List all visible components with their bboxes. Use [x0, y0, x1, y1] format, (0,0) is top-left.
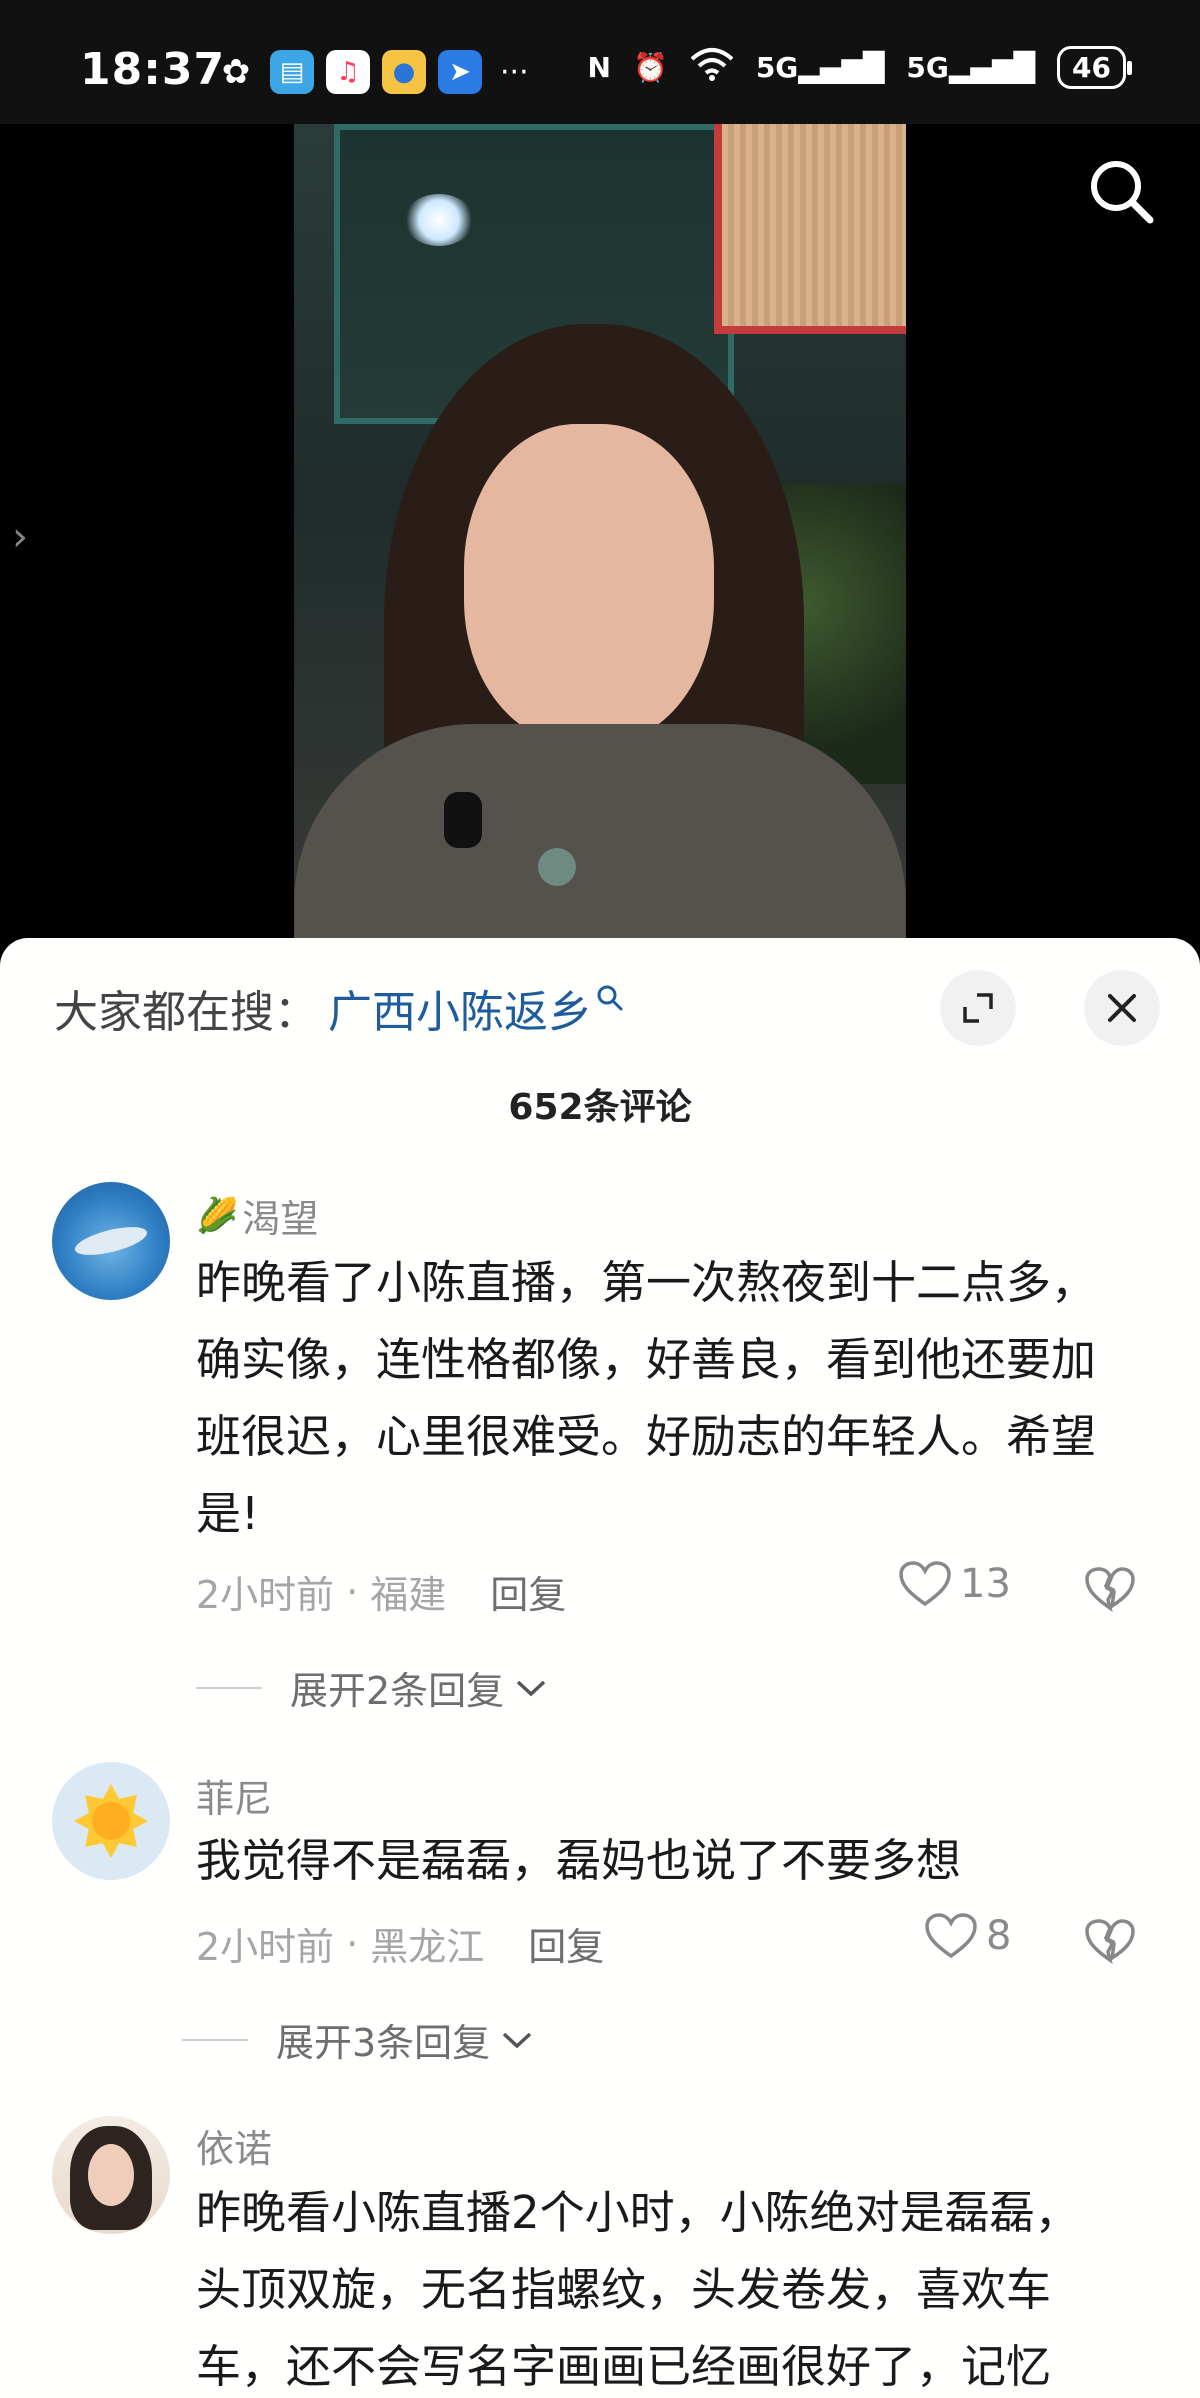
nav-icon: ➤: [438, 50, 482, 94]
battery-icon: 46: [1057, 46, 1132, 89]
comment-location: 福建: [370, 1573, 447, 1617]
comment-count: 652条评论: [508, 1087, 692, 1128]
heart-icon: [898, 1560, 952, 1608]
expand-replies-label: 展开3条回复: [276, 2021, 491, 2065]
wechat-icon: ✿: [221, 52, 251, 92]
like-button[interactable]: 13: [898, 1560, 1011, 1608]
reply-button[interactable]: 回复: [528, 1916, 604, 1971]
signal-5g-icon: 5G▂▄▆█: [755, 51, 885, 84]
status-indicators: N ⏰ 5G▂▄▆█ 5G▂▄▆█ 46: [587, 46, 1132, 89]
background-curtain: [714, 124, 906, 334]
search-icon[interactable]: [1084, 154, 1158, 228]
browser-icon: ●: [382, 50, 426, 94]
trending-search-row[interactable]: 大家都在搜： 广西小陈返乡: [54, 976, 624, 1040]
comment-meta: 2小时前 · 黑龙江 回复: [196, 1916, 604, 1971]
status-bar: 18:37 ✿ ▤ ♫ ● ➤ ··· N ⏰ 5G▂▄▆█ 5G▂▄▆█ 46: [0, 0, 1200, 124]
expand-replies-button[interactable]: 展开3条回复: [182, 2012, 534, 2067]
alarm-icon: ⏰: [632, 51, 668, 84]
avatar[interactable]: [52, 2116, 170, 2234]
comment-text: 昨晚看小陈直播2个小时，小陈绝对是磊磊，头顶双旋，无名指螺纹，头发卷发，喜欢车车…: [196, 2186, 1080, 2393]
like-button[interactable]: 8: [924, 1912, 1011, 1960]
expand-divider-line: [196, 1686, 262, 1689]
network-label-1: 5G: [755, 51, 799, 84]
avatar[interactable]: [52, 1762, 170, 1880]
more-notifications-icon: ···: [500, 54, 529, 90]
comment-text: 我觉得不是磊磊，磊妈也说了不要多想: [196, 1834, 962, 1887]
notification-icons: ✿ ▤ ♫ ● ➤ ···: [214, 50, 529, 94]
avatar[interactable]: [52, 1182, 170, 1300]
chevron-down-icon: [514, 1677, 548, 1699]
comment-time: 2小时前: [196, 1573, 335, 1617]
comment-username[interactable]: 菲尼: [196, 1768, 272, 1823]
background-lamp: [404, 194, 474, 246]
trending-search-prefix: 大家都在搜：: [54, 987, 318, 1038]
broken-heart-icon[interactable]: [1084, 1566, 1136, 1612]
trending-search-term[interactable]: 广西小陈返乡: [328, 976, 592, 1040]
comment-time: 2小时前: [196, 1925, 335, 1969]
video-frame: [294, 124, 906, 944]
like-count: 8: [986, 1913, 1012, 1959]
book-icon: ▤: [270, 50, 314, 94]
person-shirt: [294, 724, 906, 944]
lapel-microphone: [444, 792, 482, 848]
chevron-down-icon: [500, 2029, 534, 2051]
comment-sheet: 大家都在搜： 广西小陈返乡 652条评论 🌽 渴望 昨晚看了小陈直播，第一次熬夜…: [0, 938, 1200, 2398]
expand-replies-label: 展开2条回复: [290, 1669, 505, 1713]
reply-button[interactable]: 回复: [490, 1564, 566, 1619]
search-small-icon: [596, 984, 624, 1019]
status-time: 18:37: [80, 44, 226, 95]
meta-separator: ·: [346, 1921, 359, 1966]
corn-badge-icon: 🌽: [196, 1195, 239, 1236]
meta-separator: ·: [346, 1569, 359, 1614]
nfc-icon: N: [587, 51, 611, 84]
necklace-pendant: [538, 848, 576, 886]
broken-heart-icon[interactable]: [1084, 1918, 1136, 1964]
comment-username[interactable]: 🌽 渴望: [196, 1188, 318, 1243]
expand-replies-button[interactable]: 展开2条回复: [196, 1660, 548, 1715]
wifi-icon: [690, 47, 734, 88]
username-text: 渴望: [242, 1197, 319, 1241]
side-panel-arrow-icon[interactable]: ›: [12, 514, 28, 560]
heart-icon: [924, 1912, 978, 1960]
signal-5g-icon-2: 5G▂▄▆█: [906, 51, 1036, 84]
expand-icon[interactable]: [940, 970, 1016, 1046]
expand-divider-line: [182, 2038, 248, 2041]
music-icon: ♫: [326, 50, 370, 94]
comment-meta: 2小时前 · 福建 回复: [196, 1564, 566, 1619]
comment-username[interactable]: 依诺: [196, 2118, 272, 2173]
comment-location: 黑龙江: [370, 1925, 485, 1969]
comment-text: 昨晚看了小陈直播，第一次熬夜到十二点多，确实像，连性格都像，好善良，看到他还要加…: [196, 1256, 1097, 1540]
like-count: 13: [960, 1561, 1011, 1607]
username-text: 依诺: [196, 2127, 273, 2171]
video-player[interactable]: ›: [0, 124, 1200, 944]
username-text: 菲尼: [196, 1777, 273, 1821]
network-label-2: 5G: [906, 51, 949, 84]
close-icon[interactable]: [1084, 970, 1160, 1046]
person-face: [464, 424, 714, 744]
